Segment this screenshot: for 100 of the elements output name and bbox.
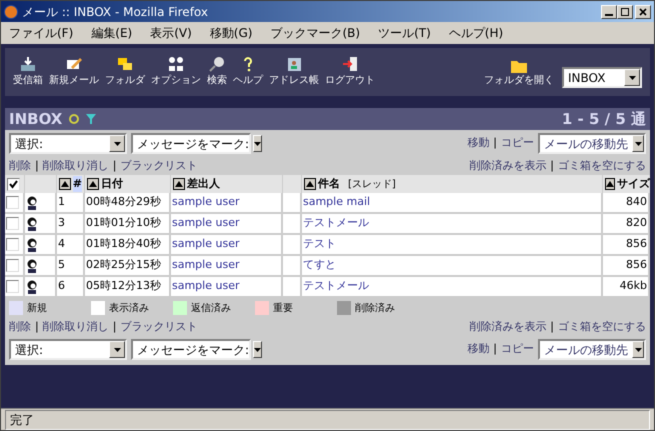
table-cell: 5 (57, 256, 85, 277)
message-count: 1 - 5 / 5 通 (562, 108, 646, 130)
subject-link[interactable]: テスト (303, 236, 336, 253)
subject-link[interactable]: テストメール (303, 215, 369, 232)
menu-item[interactable]: 移動(G) (210, 24, 252, 42)
menu-item[interactable]: ブックマーク(B) (270, 24, 360, 42)
separator: | (35, 318, 39, 335)
menu-item[interactable]: 編集(E) (91, 24, 132, 42)
table-cell: 840 (603, 193, 650, 214)
toolbar-button[interactable]: ヘルプ (233, 55, 263, 88)
column-header: 日付 (101, 176, 123, 192)
separator: | (493, 341, 497, 358)
separator: | (550, 318, 554, 335)
separator: | (550, 158, 554, 174)
legend-label: 新規 (27, 302, 47, 316)
copy-link[interactable]: コピー (501, 341, 534, 358)
menu-item[interactable]: 表示(V) (150, 24, 192, 42)
column-header: サイズ (617, 176, 650, 192)
action-link[interactable]: 削除 (9, 318, 31, 336)
separator: | (112, 318, 116, 335)
toolbar-button[interactable]: 受信箱 (13, 55, 43, 88)
toolbar-button[interactable]: 検索 (207, 55, 227, 88)
table-cell: 05時12分13秒 (85, 277, 171, 298)
separator: | (493, 135, 497, 152)
mailbox-title: INBOX (9, 108, 62, 130)
toolbar-button[interactable]: ログアウト (325, 55, 375, 88)
subject-link[interactable]: てすと (303, 257, 336, 274)
toolbar-button[interactable]: フォルダ (105, 55, 145, 88)
action-link[interactable]: ブラックリスト (120, 158, 198, 174)
legend-label: 重要 (273, 302, 293, 316)
sender-link[interactable]: sample user (172, 278, 240, 295)
checkbox[interactable] (6, 196, 19, 209)
folder-dropdown[interactable]: INBOX (562, 67, 642, 88)
select-dropdown[interactable]: 選択: (9, 339, 127, 360)
table-cell: 02時25分15秒 (85, 256, 171, 277)
toolbar-button[interactable]: アドレス帳 (269, 55, 319, 88)
action-link[interactable]: ゴミ箱を空にする (558, 318, 646, 336)
checkbox[interactable] (7, 178, 20, 190)
table-cell: 4 (57, 235, 85, 256)
table-cell: 856 (603, 235, 650, 256)
action-link[interactable]: 削除済みを表示 (469, 158, 546, 174)
subject-link[interactable]: sample mail (303, 194, 370, 211)
column-header: 件名 (318, 176, 340, 192)
tray-icon (19, 55, 37, 73)
move-target-dropdown[interactable]: メールの移動先 (538, 339, 646, 360)
thread-link[interactable]: [スレッド] (348, 176, 396, 192)
toolbar-button[interactable]: 新規メール (49, 55, 99, 88)
action-link[interactable]: ブラックリスト (120, 318, 198, 336)
table-cell: 1 (57, 193, 85, 214)
folder-icon (510, 59, 528, 73)
separator: | (35, 158, 39, 174)
filter-icon[interactable] (86, 114, 96, 124)
sender-link[interactable]: sample user (172, 194, 240, 211)
maximize-button[interactable] (617, 4, 633, 18)
menu-item[interactable]: ファイル(F) (9, 24, 74, 42)
legend-label: 削除済み (355, 302, 395, 316)
copy-link[interactable]: コピー (501, 135, 534, 152)
close-button[interactable] (635, 4, 651, 18)
column-header: 差出人 (187, 176, 220, 192)
legend-label: 返信済み (191, 302, 231, 316)
action-link[interactable]: 削除取り消し (42, 318, 109, 336)
checkbox[interactable] (6, 280, 19, 293)
address-book-icon (285, 55, 303, 73)
sort-icon[interactable] (304, 178, 316, 190)
checkbox[interactable] (6, 238, 19, 251)
sort-icon[interactable] (59, 178, 71, 190)
action-link[interactable]: 削除済みを表示 (469, 318, 546, 336)
window-title: メール :: INBOX - Mozilla Firefox (22, 4, 209, 20)
sort-icon[interactable] (87, 178, 99, 190)
exit-door-icon (341, 55, 359, 73)
table-cell: 820 (603, 214, 650, 235)
sort-icon[interactable] (605, 178, 615, 190)
checkbox[interactable] (6, 259, 19, 272)
sender-link[interactable]: sample user (172, 215, 240, 232)
toolbar-button[interactable]: オプション (151, 55, 201, 88)
separator: | (112, 158, 116, 174)
move-target-dropdown[interactable]: メールの移動先 (538, 133, 646, 154)
status-text: 完了 (5, 410, 650, 430)
sender-link[interactable]: sample user (172, 257, 240, 274)
move-link[interactable]: 移動 (467, 341, 490, 358)
action-link[interactable]: ゴミ箱を空にする (558, 158, 646, 174)
table-cell: 856 (603, 256, 650, 277)
sort-icon[interactable] (173, 178, 185, 190)
menu-item[interactable]: ヘルプ(H) (448, 24, 504, 42)
move-link[interactable]: 移動 (467, 135, 490, 152)
select-dropdown[interactable]: 選択: (9, 133, 127, 154)
action-link[interactable]: 削除取り消し (42, 158, 109, 174)
table-cell: 01時18分40秒 (85, 235, 171, 256)
action-link[interactable]: 削除 (9, 158, 31, 174)
menu-item[interactable]: ツール(T) (378, 24, 431, 42)
sender-link[interactable]: sample user (172, 236, 240, 253)
browser-icon (4, 4, 18, 18)
subject-link[interactable]: テストメール (303, 278, 369, 295)
open-folder-button[interactable]: フォルダを開く (484, 59, 554, 88)
table-cell: 00時48分29秒 (85, 193, 171, 214)
refresh-icon[interactable] (68, 113, 80, 125)
checkbox[interactable] (6, 217, 19, 230)
folder-icon (116, 55, 134, 73)
minimize-button[interactable] (601, 4, 617, 18)
table-cell: 01時01分10秒 (85, 214, 171, 235)
